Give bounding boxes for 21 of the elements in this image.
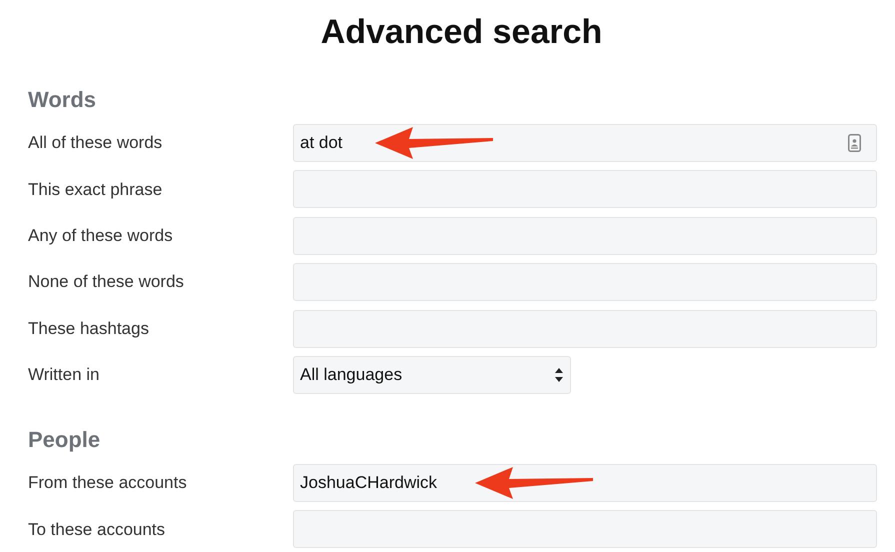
field-label: To these accounts [28,518,166,541]
input-field[interactable]: JoshuaCHardwick [293,464,877,502]
stepper-arrows-icon [555,368,563,382]
field-label: None of these words [28,271,185,294]
input-field[interactable] [293,216,877,255]
field-label: This exact phrase [28,178,164,201]
input-field[interactable] [293,510,877,548]
input-field[interactable] [293,170,877,208]
page-title: Advanced search [320,12,604,53]
section-heading: Words [28,87,98,113]
field-label: All of these words [28,132,164,154]
input-field[interactable] [293,310,877,348]
field-label: Written in [28,364,100,386]
field-label: Any of these words [28,225,174,248]
input-field[interactable] [293,263,877,302]
field-label: From these accounts [28,472,188,494]
language-select[interactable]: All languages [293,356,571,394]
field-label: These hashtags [28,318,150,340]
contact-card-icon[interactable] [848,134,861,152]
section-heading: People [28,426,102,453]
input-field[interactable]: at dot [293,124,877,162]
